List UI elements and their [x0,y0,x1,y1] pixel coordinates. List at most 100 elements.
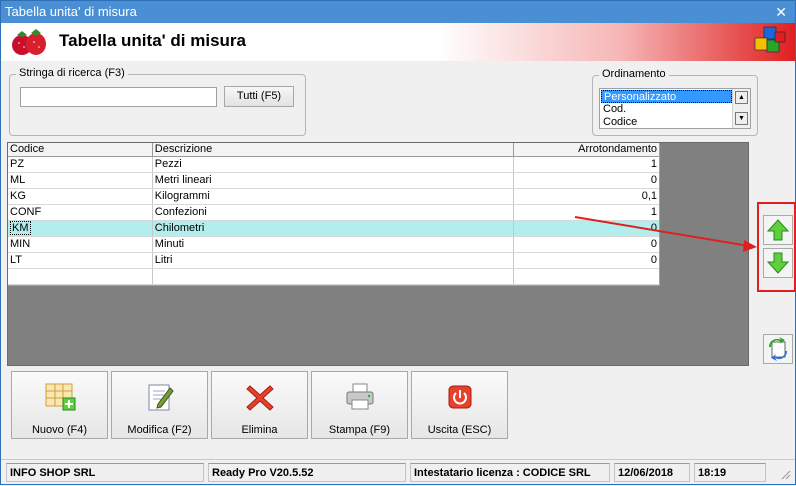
cell-descrizione[interactable]: Pezzi [153,157,515,172]
table-row[interactable]: MIN Minuti 0 [8,237,659,253]
units-table: Codice Descrizione Arrotondamento PZ Pezz… [8,143,660,286]
table-row[interactable]: CONF Confezioni 1 [8,205,659,221]
nuovo-button[interactable]: Nuovo (F4) [11,371,108,439]
window-title: Tabella unita' di misura [5,4,137,19]
ordering-option-codice[interactable]: Codice [601,116,732,129]
elimina-button[interactable]: Elimina [211,371,308,439]
cell-descrizione[interactable]: Chilometri [153,221,515,236]
modifica-button[interactable]: Modifica (F2) [111,371,208,439]
arrow-down-icon [766,252,790,274]
search-legend: Stringa di ricerca (F3) [16,67,128,79]
modifica-label: Modifica (F2) [127,424,192,436]
cubes-logo-icon [754,26,786,53]
grid-area: Codice Descrizione Arrotondamento PZ Pezz… [7,142,749,366]
cell-arrotondamento[interactable]: 0 [514,173,659,188]
ordering-legend: Ordinamento [599,68,669,80]
search-group: Stringa di ricerca (F3) Tutti (F5) [9,67,306,136]
page-title: Tabella unita' di misura [59,31,246,50]
table-header: Codice Descrizione Arrotondamento [8,143,659,157]
cell-codice[interactable]: MIN [8,237,153,252]
main-window: Tabella unita' di misura ✕ Tabella unita… [0,0,796,485]
cell-arrotondamento-text: 0 [650,222,657,234]
status-version: Ready Pro V20.5.52 [208,463,406,482]
column-header-descrizione[interactable]: Descrizione [153,143,515,156]
uscita-button[interactable]: Uscita (ESC) [411,371,508,439]
cell-codice-text: CONF [10,206,42,218]
table-row[interactable]: ML Metri lineari 0 [8,173,659,189]
cell-descrizione[interactable]: Confezioni [153,205,515,220]
move-down-button[interactable] [763,248,793,278]
cell-codice[interactable]: KM [8,221,153,236]
cell-arrotondamento-text: 1 [650,158,657,170]
cell-codice[interactable] [8,269,153,284]
cell-arrotondamento-text: 0,1 [641,190,657,202]
refresh-icon [768,337,788,361]
cell-arrotondamento[interactable]: 0 [514,221,659,236]
table-row[interactable]: KM Chilometri 0 [8,221,659,237]
cell-codice-text: MIN [10,238,31,250]
cell-codice[interactable]: LT [8,253,153,268]
move-up-button[interactable] [763,215,793,245]
delete-icon [246,385,274,411]
arrow-up-icon [766,219,790,241]
table-row[interactable]: PZ Pezzi 1 [8,157,659,173]
status-license: Intestatario licenza : CODICE SRL [410,463,610,482]
elimina-label: Elimina [241,424,278,436]
cell-codice-text: PZ [10,158,25,170]
cell-arrotondamento[interactable] [514,269,659,284]
ordering-option-cod[interactable]: Cod. [601,103,732,116]
close-icon[interactable]: ✕ [775,1,787,23]
cell-codice-text: LT [10,254,23,266]
cell-arrotondamento[interactable]: 1 [514,157,659,172]
cell-codice[interactable]: ML [8,173,153,188]
cell-arrotondamento[interactable]: 0,1 [514,189,659,204]
cell-arrotondamento-text: 1 [650,206,657,218]
search-input[interactable] [20,87,217,107]
cell-descrizione-text: Pezzi [154,158,182,170]
cell-descrizione[interactable]: Kilogrammi [153,189,515,204]
table-row[interactable] [8,269,659,285]
cell-descrizione[interactable]: Litri [153,253,515,268]
cell-arrotondamento[interactable]: 1 [514,205,659,220]
ordering-group: Ordinamento Personalizzato Cod. Codice ▲… [592,68,758,136]
uscita-label: Uscita (ESC) [427,424,492,436]
cell-descrizione-text: Chilometri [154,222,205,234]
ordering-option-personalizzato[interactable]: Personalizzato [601,90,732,103]
cell-codice[interactable]: KG [8,189,153,204]
cell-descrizione-text: Litri [154,254,173,266]
refresh-button[interactable] [763,334,793,364]
table-row[interactable]: LT Litri 0 [8,253,659,269]
status-bar: INFO SHOP SRL Ready Pro V20.5.52 Intesta… [1,459,795,484]
column-header-arrotondamento[interactable]: Arrotondamento [514,143,659,156]
exit-power-icon [448,385,472,409]
cell-arrotondamento[interactable]: 0 [514,237,659,252]
new-record-icon [45,383,76,411]
cell-descrizione[interactable]: Minuti [153,237,515,252]
resize-grip-icon[interactable] [779,468,791,480]
cell-codice[interactable]: CONF [8,205,153,220]
cell-arrotondamento-text: 0 [650,174,657,186]
cell-descrizione[interactable]: Metri lineari [153,173,515,188]
edit-icon [148,384,174,411]
cell-descrizione-text: Kilogrammi [154,190,210,202]
cell-descrizione[interactable] [153,269,515,284]
cell-codice-text: KG [10,190,26,202]
status-company: INFO SHOP SRL [6,463,204,482]
ordering-scrollbar[interactable]: ▲ ▼ [732,89,750,128]
ordering-listbox[interactable]: Personalizzato Cod. Codice ▲ ▼ [599,88,751,129]
scroll-up-icon[interactable]: ▲ [735,91,748,104]
cell-arrotondamento[interactable]: 0 [514,253,659,268]
tutti-button[interactable]: Tutti (F5) [224,86,294,107]
stampa-button[interactable]: Stampa (F9) [311,371,408,439]
table-row[interactable]: KG Kilogrammi 0,1 [8,189,659,205]
cell-arrotondamento-text: 0 [650,238,657,250]
stampa-label: Stampa (F9) [328,424,391,436]
cell-codice[interactable]: PZ [8,157,153,172]
nuovo-label: Nuovo (F4) [31,424,88,436]
scroll-down-icon[interactable]: ▼ [735,112,748,125]
cell-codice-text: KM [10,221,31,235]
header-banner: Tabella unita' di misura [1,23,795,61]
title-bar: Tabella unita' di misura ✕ [1,1,795,23]
cell-arrotondamento-text: 0 [650,254,657,266]
column-header-codice[interactable]: Codice [8,143,153,156]
